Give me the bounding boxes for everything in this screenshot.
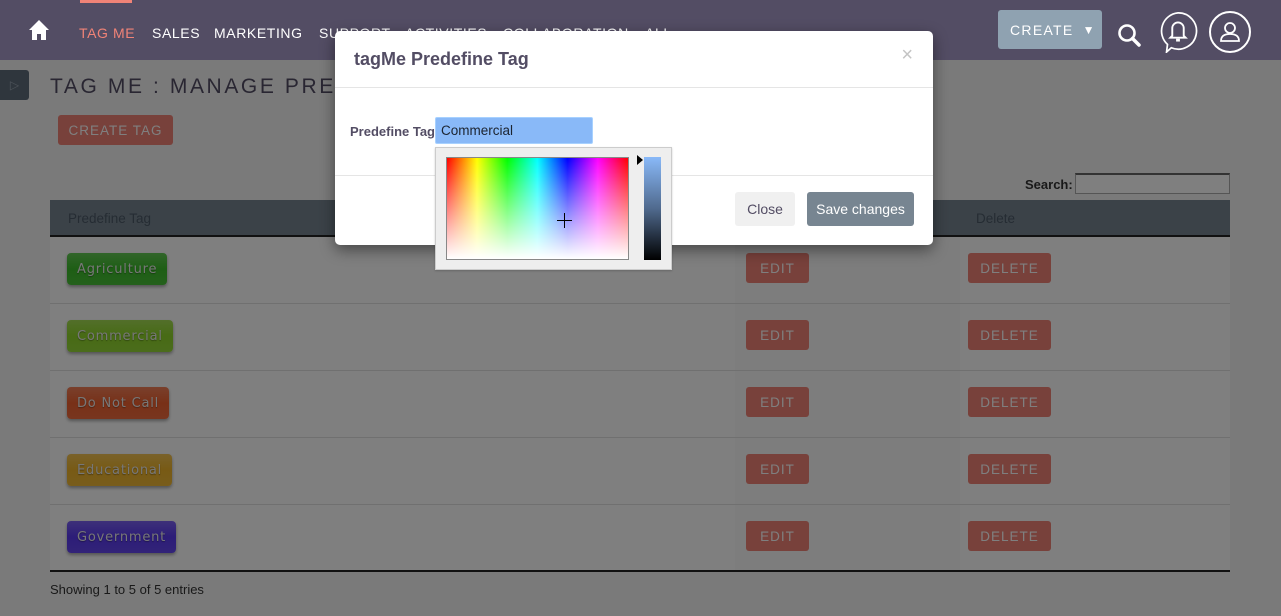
user-icon [1220,22,1240,42]
modal-title: tagMe Predefine Tag [354,49,529,69]
predefine-tag-input[interactable] [435,117,593,144]
save-changes-button[interactable]: Save changes [807,192,914,226]
notifications-bell-icon[interactable] [1157,11,1199,53]
create-button[interactable]: CREATE ▼ [998,10,1102,49]
search-icon[interactable] [1116,22,1144,50]
predefine-tag-label: Predefine Tag: [350,124,440,139]
nav-marketing[interactable]: MARKETING [214,25,303,41]
close-button[interactable]: Close [735,192,795,226]
nav-sales[interactable]: SALES [152,25,200,41]
modal-header: tagMe Predefine Tag × [335,31,933,88]
color-saturation-area[interactable] [446,157,629,260]
slider-arrow-icon[interactable] [637,155,643,165]
active-tab-indicator [80,0,132,3]
color-picker [435,147,672,270]
user-profile-button[interactable] [1209,11,1251,53]
close-icon[interactable]: × [901,45,913,65]
crosshair-icon[interactable] [557,213,572,228]
home-icon[interactable] [28,19,50,41]
nav-tag-me[interactable]: TAG ME [79,25,135,41]
color-value-slider[interactable] [644,157,661,260]
create-label: CREATE [1010,21,1074,38]
caret-down-icon: ▼ [1082,22,1096,37]
